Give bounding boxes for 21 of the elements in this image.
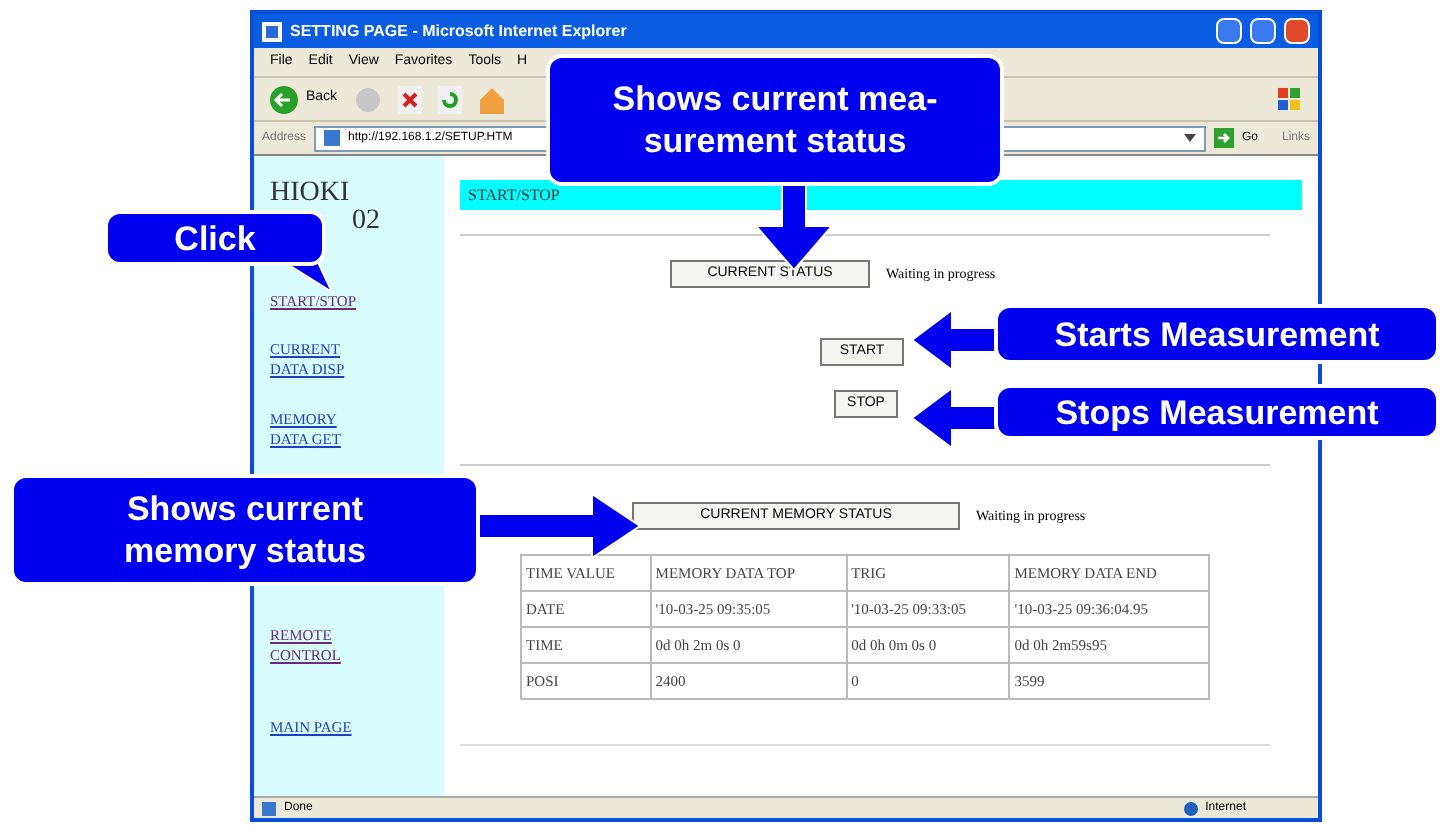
page-icon bbox=[324, 130, 341, 146]
close-button[interactable] bbox=[1284, 18, 1310, 44]
globe-icon bbox=[1183, 801, 1198, 815]
page-icon bbox=[262, 801, 276, 815]
callout-text: Starts Measurement bbox=[1054, 313, 1380, 355]
callout-text: Shows current memory status bbox=[124, 488, 366, 572]
go-arrow-icon bbox=[1213, 128, 1234, 148]
window-title: SETTING PAGE - Microsoft Internet Explorer bbox=[290, 19, 627, 43]
sidebar-title: HIOKI bbox=[270, 180, 352, 208]
dropdown-icon[interactable] bbox=[1183, 134, 1196, 142]
stop-icon[interactable] bbox=[397, 85, 422, 113]
back-arrow-icon bbox=[270, 85, 298, 113]
minimize-button[interactable] bbox=[1216, 18, 1242, 44]
page-heading: START/STOP bbox=[468, 183, 560, 207]
refresh-icon[interactable] bbox=[437, 85, 462, 113]
windows-logo-icon bbox=[1278, 87, 1302, 111]
sidebar-title: 02 bbox=[352, 208, 382, 236]
callout-text: Stops Measurement bbox=[1055, 391, 1379, 433]
browser-icon bbox=[262, 21, 282, 41]
maximize-button[interactable] bbox=[1250, 18, 1276, 44]
callout-text: Click bbox=[174, 217, 256, 259]
